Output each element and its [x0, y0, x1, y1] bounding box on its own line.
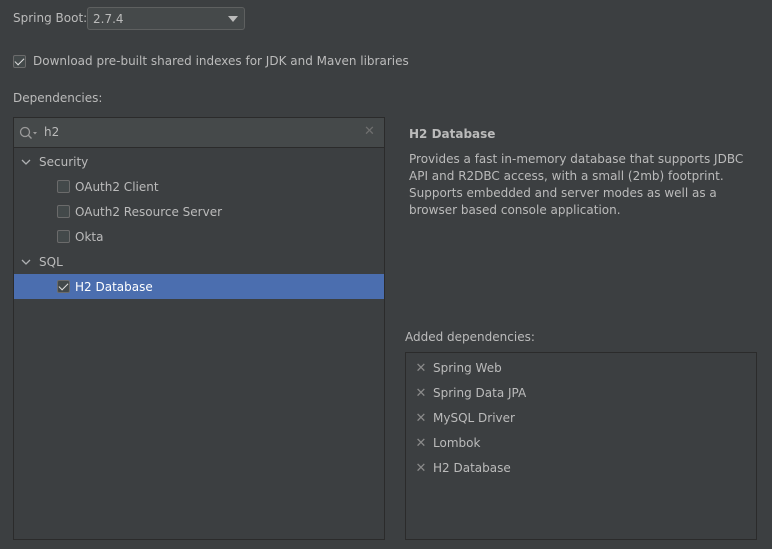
added-item-label: Spring Web: [433, 361, 502, 375]
remove-icon[interactable]: ✕: [414, 461, 428, 476]
tree-group-label: Security: [39, 154, 89, 169]
tree-group-security[interactable]: Security: [14, 149, 384, 174]
added-dependencies-panel: ✕ Spring Web ✕ Spring Data JPA ✕ MySQL D…: [405, 352, 757, 540]
spring-boot-version-select[interactable]: 2.7.4: [87, 7, 245, 30]
shared-indexes-label: Download pre-built shared indexes for JD…: [33, 54, 409, 68]
added-item-lombok: ✕ Lombok: [414, 433, 481, 453]
dependencies-panel: h2 ✕ Security OAuth2 Client OAuth2 Resou…: [13, 117, 385, 540]
chevron-down-icon: [228, 15, 238, 22]
added-item-h2-database: ✕ H2 Database: [414, 458, 511, 478]
tree-item-oauth2-client[interactable]: OAuth2 Client: [14, 174, 384, 199]
checkmark-icon: [58, 280, 69, 291]
shared-indexes-checkbox[interactable]: [13, 54, 26, 68]
dependency-checkbox[interactable]: [57, 180, 70, 193]
added-item-label: MySQL Driver: [433, 411, 515, 425]
shared-indexes-row[interactable]: Download pre-built shared indexes for JD…: [13, 54, 409, 68]
added-item-label: H2 Database: [433, 461, 511, 475]
tree-item-okta[interactable]: Okta: [14, 224, 384, 249]
tree-item-h2-database[interactable]: H2 Database: [14, 274, 384, 299]
checkmark-icon: [14, 55, 25, 65]
chevron-down-icon[interactable]: [21, 157, 31, 167]
dependency-checkbox[interactable]: [57, 205, 70, 218]
tree-group-sql[interactable]: SQL: [14, 249, 384, 274]
remove-icon[interactable]: ✕: [414, 361, 428, 376]
spring-boot-label: Spring Boot:: [13, 11, 88, 25]
dependency-search-input[interactable]: h2: [44, 125, 59, 139]
spring-boot-version-value: 2.7.4: [93, 11, 124, 26]
tree-group-label: SQL: [39, 254, 63, 269]
added-item-label: Lombok: [433, 436, 481, 450]
added-dependencies-label: Added dependencies:: [405, 330, 535, 344]
dependency-description-title: H2 Database: [409, 127, 496, 141]
tree-item-label: OAuth2 Resource Server: [75, 204, 223, 219]
tree-item-oauth2-resource-server[interactable]: OAuth2 Resource Server: [14, 199, 384, 224]
added-item-label: Spring Data JPA: [433, 386, 527, 400]
dependency-checkbox[interactable]: [57, 280, 70, 293]
remove-icon[interactable]: ✕: [414, 411, 428, 426]
tree-item-label: Okta: [75, 229, 104, 244]
dependency-search-field[interactable]: h2 ✕: [14, 118, 384, 148]
clear-search-icon[interactable]: ✕: [364, 124, 375, 139]
dependency-checkbox[interactable]: [57, 230, 70, 243]
added-item-spring-data-jpa: ✕ Spring Data JPA: [414, 383, 527, 403]
dependencies-label: Dependencies:: [13, 91, 103, 105]
remove-icon[interactable]: ✕: [414, 386, 428, 401]
tree-item-label: OAuth2 Client: [75, 179, 159, 194]
added-item-spring-web: ✕ Spring Web: [414, 358, 502, 378]
remove-icon[interactable]: ✕: [414, 436, 428, 451]
added-item-mysql-driver: ✕ MySQL Driver: [414, 408, 515, 428]
chevron-down-icon[interactable]: [21, 257, 31, 267]
tree-item-label: H2 Database: [75, 279, 153, 294]
dependency-description-text: Provides a fast in-memory database that …: [409, 152, 744, 217]
search-icon: [19, 126, 37, 139]
